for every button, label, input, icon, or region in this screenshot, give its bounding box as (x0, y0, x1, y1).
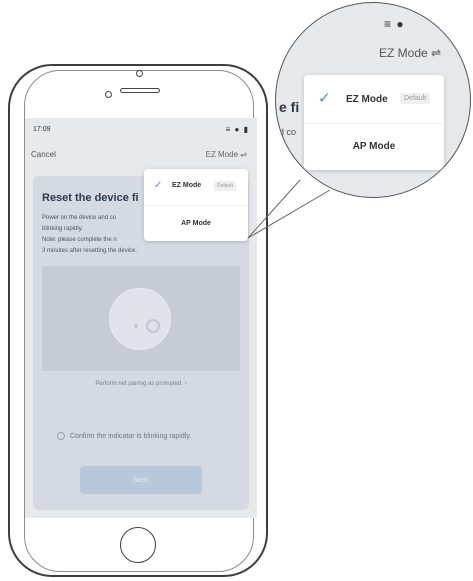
zoom-callout: ≡ ● EZ Mode ⇌ e fi d co n device. ✓ EZ M… (275, 2, 471, 198)
zoom-dropdown-item-ez-mode[interactable]: ✓ EZ Mode Default (304, 75, 444, 124)
default-badge: Default (400, 93, 431, 104)
ez-mode-label: EZ Mode (346, 94, 388, 105)
zoom-text-fragment: device. (285, 179, 314, 189)
zoom-mode-button: EZ Mode ⇌ (379, 46, 442, 60)
ap-mode-label: AP Mode (352, 141, 396, 152)
zoom-title-fragment: e fi (279, 99, 300, 115)
zoom-text-fragment: d co (279, 127, 297, 137)
zoom-text-fragment: n (285, 161, 291, 171)
zoom-dropdown-item-ap-mode[interactable]: AP Mode (304, 123, 444, 170)
zoom-status-icons: ≡ ● (384, 17, 405, 31)
checkmark-icon: ✓ (318, 90, 331, 107)
zoom-mode-dropdown: ✓ EZ Mode Default AP Mode (304, 75, 444, 170)
